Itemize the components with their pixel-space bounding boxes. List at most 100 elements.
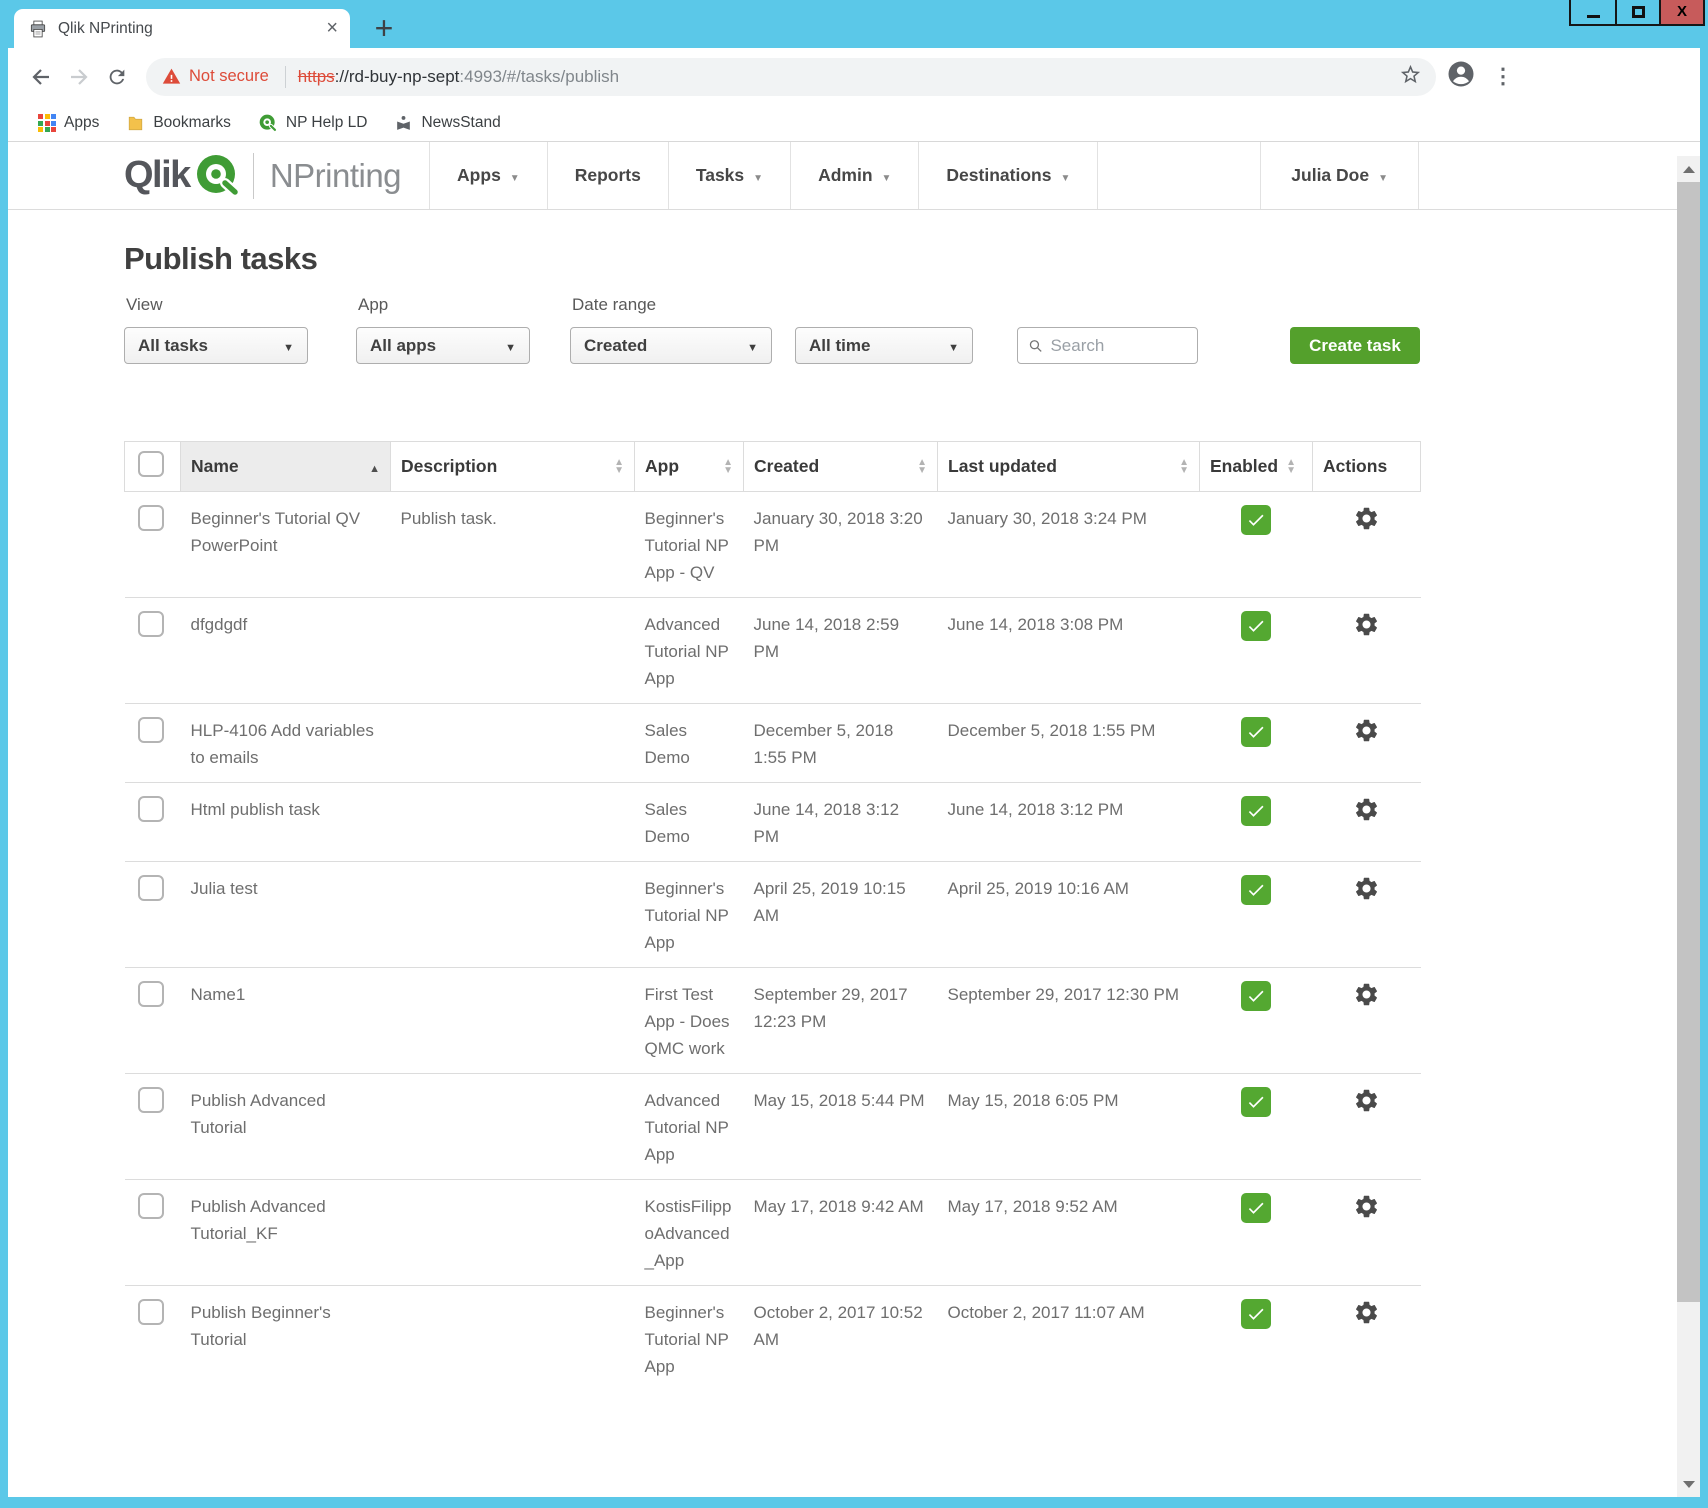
- task-name-link[interactable]: dfgdgdf: [191, 615, 248, 634]
- column-header-name[interactable]: Name: [181, 442, 391, 492]
- app-header: Qlik NPrinting Apps Reports Tasks Admin …: [8, 142, 1700, 210]
- scrollbar-thumb[interactable]: [1677, 182, 1700, 1302]
- row-checkbox[interactable]: [138, 1193, 164, 1219]
- view-filter-select[interactable]: All tasks: [124, 327, 308, 364]
- task-app: Sales Demo: [635, 783, 744, 862]
- reload-button[interactable]: [98, 58, 136, 96]
- app-filter-select[interactable]: All apps: [356, 327, 530, 364]
- scroll-down-button[interactable]: [1677, 1471, 1700, 1497]
- chevron-down-icon: [505, 336, 516, 356]
- enabled-toggle[interactable]: [1241, 717, 1271, 747]
- task-name-link[interactable]: Publish Advanced Tutorial: [191, 1091, 326, 1137]
- select-cell: [125, 492, 181, 598]
- check-icon: [1246, 986, 1266, 1006]
- time-period-select[interactable]: All time: [795, 327, 973, 364]
- window-controls: [1569, 0, 1705, 26]
- enabled-toggle[interactable]: [1241, 981, 1271, 1011]
- new-tab-button[interactable]: [364, 8, 404, 48]
- enabled-toggle[interactable]: [1241, 796, 1271, 826]
- task-name-link[interactable]: HLP-4106 Add variables to emails: [191, 721, 374, 767]
- back-button[interactable]: [22, 58, 60, 96]
- time-period-value: All time: [809, 336, 870, 356]
- row-checkbox[interactable]: [138, 981, 164, 1007]
- column-label: Enabled: [1210, 456, 1278, 477]
- row-checkbox[interactable]: [138, 875, 164, 901]
- qlik-icon: [258, 113, 278, 133]
- task-actions-button[interactable]: [1353, 505, 1380, 540]
- tab-close-icon[interactable]: [326, 17, 338, 40]
- task-actions-button[interactable]: [1353, 611, 1380, 646]
- date-field-value: Created: [584, 336, 647, 356]
- forward-button[interactable]: [60, 58, 98, 96]
- task-updated: May 17, 2018 9:52 AM: [938, 1180, 1200, 1286]
- task-actions-button[interactable]: [1353, 981, 1380, 1016]
- create-task-button[interactable]: Create task: [1290, 327, 1420, 364]
- row-checkbox[interactable]: [138, 1087, 164, 1113]
- bookmark-apps[interactable]: Apps: [38, 114, 99, 132]
- bookmark-star-button[interactable]: [1399, 63, 1422, 91]
- row-checkbox[interactable]: [138, 611, 164, 637]
- minimize-button[interactable]: [1571, 0, 1615, 24]
- row-checkbox[interactable]: [138, 1299, 164, 1325]
- star-icon: [1399, 63, 1422, 86]
- user-menu[interactable]: Julia Doe: [1260, 142, 1419, 209]
- bookmark-newsstand[interactable]: NewsStand: [394, 114, 500, 133]
- nav-reports[interactable]: Reports: [547, 142, 668, 209]
- row-checkbox[interactable]: [138, 717, 164, 743]
- task-name-link[interactable]: Html publish task: [191, 800, 320, 819]
- nav-admin[interactable]: Admin: [790, 142, 918, 209]
- enabled-toggle[interactable]: [1241, 505, 1271, 535]
- browser-menu-button[interactable]: [1488, 64, 1518, 89]
- scroll-up-button[interactable]: [1677, 156, 1700, 182]
- task-name-link[interactable]: Julia test: [191, 879, 258, 898]
- task-updated: December 5, 2018 1:55 PM: [938, 704, 1200, 783]
- enabled-toggle[interactable]: [1241, 1299, 1271, 1329]
- address-bar[interactable]: Not secure https://rd-buy-np-sept:4993/#…: [146, 58, 1436, 96]
- date-range-filter-label: Date range: [572, 295, 656, 315]
- task-actions-button[interactable]: [1353, 1193, 1380, 1228]
- column-header-enabled[interactable]: Enabled: [1200, 442, 1313, 492]
- nav-tasks[interactable]: Tasks: [668, 142, 790, 209]
- row-checkbox[interactable]: [138, 796, 164, 822]
- maximize-button[interactable]: [1615, 0, 1659, 24]
- column-header-app[interactable]: App: [635, 442, 744, 492]
- task-actions-button[interactable]: [1353, 1299, 1380, 1334]
- browser-tab[interactable]: Qlik NPrinting: [14, 9, 350, 48]
- nav-destinations[interactable]: Destinations: [918, 142, 1098, 209]
- task-description: Publish task.: [391, 492, 635, 598]
- profile-button[interactable]: [1446, 59, 1476, 94]
- task-name-link[interactable]: Name1: [191, 985, 246, 1004]
- task-enabled-cell: [1200, 598, 1313, 704]
- task-name-link[interactable]: Beginner's Tutorial QV PowerPoint: [191, 509, 361, 555]
- task-row: Name1First Test App - Does QMC workSepte…: [125, 968, 1421, 1074]
- task-updated: October 2, 2017 11:07 AM: [938, 1286, 1200, 1392]
- enabled-toggle[interactable]: [1241, 1193, 1271, 1223]
- vertical-scrollbar[interactable]: [1677, 156, 1700, 1497]
- column-header-last-updated[interactable]: Last updated: [938, 442, 1200, 492]
- row-checkbox[interactable]: [138, 505, 164, 531]
- enabled-toggle[interactable]: [1241, 611, 1271, 641]
- column-header-created[interactable]: Created: [744, 442, 938, 492]
- task-actions-button[interactable]: [1353, 1087, 1380, 1122]
- url-text: https://rd-buy-np-sept:4993/#/tasks/publ…: [298, 67, 619, 87]
- nav-apps[interactable]: Apps: [429, 142, 547, 209]
- task-actions-button[interactable]: [1353, 796, 1380, 831]
- task-actions-button[interactable]: [1353, 875, 1380, 910]
- task-name-link[interactable]: Publish Advanced Tutorial_KF: [191, 1197, 326, 1243]
- task-created: September 29, 2017 12:23 PM: [744, 968, 938, 1074]
- enabled-toggle[interactable]: [1241, 1087, 1271, 1117]
- search-input[interactable]: [1050, 336, 1187, 356]
- task-actions-cell: [1313, 783, 1421, 862]
- check-icon: [1246, 801, 1266, 821]
- task-actions-button[interactable]: [1353, 717, 1380, 752]
- bookmark-bookmarks[interactable]: Bookmarks: [126, 114, 231, 133]
- chevron-down-icon: [1378, 165, 1388, 186]
- column-header-description[interactable]: Description: [391, 442, 635, 492]
- select-all-checkbox[interactable]: [138, 451, 164, 477]
- date-field-select[interactable]: Created: [570, 327, 772, 364]
- bookmark-np-help[interactable]: NP Help LD: [258, 113, 368, 133]
- task-name-link[interactable]: Publish Beginner's Tutorial: [191, 1303, 331, 1349]
- close-button[interactable]: [1659, 0, 1703, 24]
- task-table-body: Beginner's Tutorial QV PowerPoint Publish…: [125, 492, 1421, 1392]
- enabled-toggle[interactable]: [1241, 875, 1271, 905]
